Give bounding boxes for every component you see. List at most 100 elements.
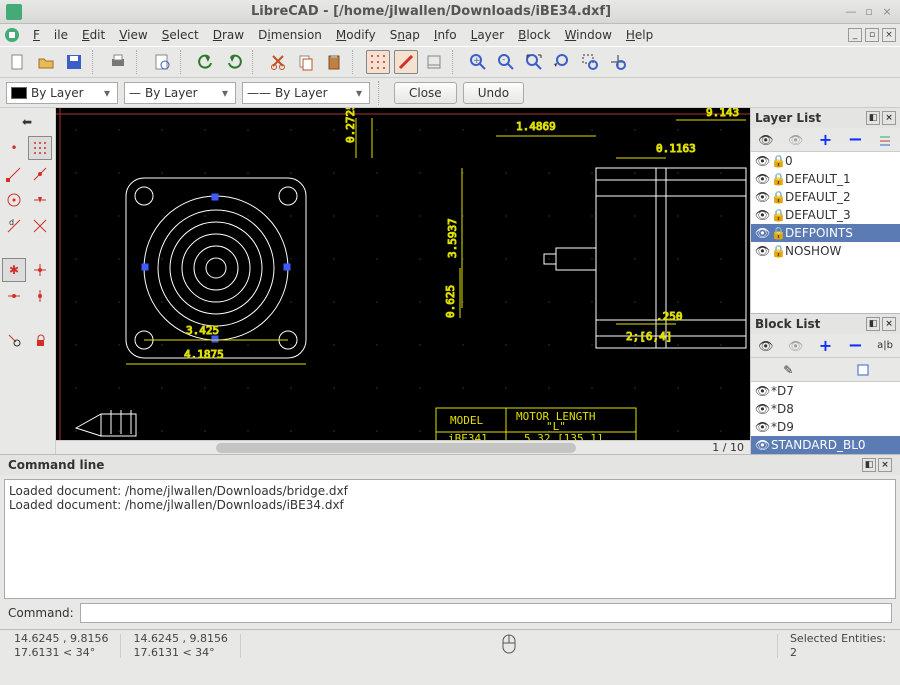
- block-row[interactable]: 👁*D7: [751, 382, 900, 400]
- layer-row[interactable]: 👁🔒DEFPOINTS: [751, 224, 900, 242]
- redo-button[interactable]: [222, 50, 246, 74]
- eye-icon[interactable]: 👁: [755, 172, 767, 186]
- horizontal-scrollbar[interactable]: 1 / 10: [56, 440, 750, 454]
- print-button[interactable]: [106, 50, 130, 74]
- scrollbar-thumb[interactable]: [216, 443, 576, 453]
- restrict-horizontal-button[interactable]: [2, 284, 26, 308]
- statusbar-toggle-button[interactable]: [422, 50, 446, 74]
- panel-close-icon[interactable]: ×: [878, 458, 892, 472]
- restrict-nothing-button[interactable]: ✱: [2, 258, 26, 282]
- zoom-in-button[interactable]: +: [466, 50, 490, 74]
- lock-icon[interactable]: 🔒: [771, 172, 781, 186]
- layer-row[interactable]: 👁🔒DEFAULT_3: [751, 206, 900, 224]
- eye-icon[interactable]: 👁: [755, 384, 767, 398]
- snap-middle-button[interactable]: [28, 188, 52, 212]
- close-button[interactable]: Close: [394, 82, 457, 104]
- show-all-layers-button[interactable]: 👁: [757, 131, 775, 149]
- menu-layer[interactable]: Layer: [464, 26, 511, 44]
- show-all-blocks-button[interactable]: 👁: [757, 337, 775, 355]
- save-button[interactable]: [62, 50, 86, 74]
- grid-toggle-button[interactable]: [366, 50, 390, 74]
- lock-icon[interactable]: 🔒: [771, 226, 781, 240]
- snap-center-button[interactable]: [2, 188, 26, 212]
- mdi-minimize-icon[interactable]: _: [848, 28, 862, 42]
- menu-window[interactable]: Window: [558, 26, 619, 44]
- paste-button[interactable]: [322, 50, 346, 74]
- layer-row[interactable]: 👁🔒0: [751, 152, 900, 170]
- add-layer-button[interactable]: +: [816, 131, 834, 149]
- line-width-combo[interactable]: —By Layer ▾: [124, 82, 236, 104]
- snap-grid-button[interactable]: [28, 136, 52, 160]
- hide-all-blocks-button[interactable]: 👁: [787, 337, 805, 355]
- menu-info[interactable]: Info: [427, 26, 464, 44]
- minimize-icon[interactable]: —: [844, 5, 858, 19]
- rename-block-button[interactable]: a|b: [876, 337, 894, 355]
- eye-icon[interactable]: 👁: [755, 438, 767, 452]
- layer-row[interactable]: 👁🔒DEFAULT_1: [751, 170, 900, 188]
- layer-row[interactable]: 👁🔒DEFAULT_2: [751, 188, 900, 206]
- insert-block-button[interactable]: [854, 361, 872, 379]
- zoom-auto-button[interactable]: [522, 50, 546, 74]
- snap-on-entity-button[interactable]: [28, 162, 52, 186]
- panel-close-icon[interactable]: ×: [882, 111, 896, 125]
- draft-toggle-button[interactable]: [394, 50, 418, 74]
- undo-button[interactable]: [194, 50, 218, 74]
- lock-icon[interactable]: 🔒: [771, 154, 781, 168]
- menu-snap[interactable]: Snap: [383, 26, 427, 44]
- drawing-canvas[interactable]: 0.2725 1.4869 0.1163 9.143 3.5937 0.625 …: [56, 108, 750, 454]
- eye-icon[interactable]: 👁: [755, 244, 767, 258]
- cut-button[interactable]: [266, 50, 290, 74]
- layer-row[interactable]: 👁🔒NOSHOW: [751, 242, 900, 260]
- block-row[interactable]: 👁*D8: [751, 400, 900, 418]
- block-row[interactable]: 👁*D9: [751, 418, 900, 436]
- menu-draw[interactable]: Draw: [206, 26, 251, 44]
- eye-icon[interactable]: 👁: [755, 402, 767, 416]
- eye-icon[interactable]: 👁: [755, 420, 767, 434]
- snap-endpoint-button[interactable]: [2, 162, 26, 186]
- menu-select[interactable]: Select: [155, 26, 206, 44]
- zoom-pan-button[interactable]: [606, 50, 630, 74]
- layer-list[interactable]: 👁🔒0👁🔒DEFAULT_1👁🔒DEFAULT_2👁🔒DEFAULT_3👁🔒DE…: [751, 152, 900, 313]
- restrict-ortho-button[interactable]: [28, 258, 52, 282]
- panel-undock-icon[interactable]: ◧: [866, 111, 880, 125]
- eye-icon[interactable]: 👁: [755, 226, 767, 240]
- lock-icon[interactable]: 🔒: [771, 208, 781, 222]
- lock-relative-zero-button[interactable]: [28, 328, 52, 352]
- remove-layer-button[interactable]: −: [846, 131, 864, 149]
- snap-intersection-button[interactable]: [28, 214, 52, 238]
- menu-dimension[interactable]: Dimension: [251, 26, 329, 44]
- panel-undock-icon[interactable]: ◧: [862, 458, 876, 472]
- menu-file[interactable]: File: [26, 26, 75, 44]
- zoom-previous-button[interactable]: [550, 50, 574, 74]
- add-block-button[interactable]: +: [816, 337, 834, 355]
- block-list[interactable]: 👁*D7👁*D8👁*D9👁STANDARD_BL0: [751, 382, 900, 454]
- menu-modify[interactable]: Modify: [329, 26, 383, 44]
- maximize-icon[interactable]: ▫: [862, 5, 876, 19]
- mdi-close-icon[interactable]: ×: [882, 28, 896, 42]
- undo-text-button[interactable]: Undo: [463, 82, 524, 104]
- snap-distance-button[interactable]: d: [2, 214, 26, 238]
- back-arrow-button[interactable]: ⬅: [2, 110, 52, 134]
- hide-all-layers-button[interactable]: 👁: [787, 131, 805, 149]
- remove-block-button[interactable]: −: [846, 337, 864, 355]
- block-row[interactable]: 👁STANDARD_BL0: [751, 436, 900, 454]
- menu-help[interactable]: Help: [619, 26, 660, 44]
- open-button[interactable]: [34, 50, 58, 74]
- copy-button[interactable]: [294, 50, 318, 74]
- snap-free-button[interactable]: •: [2, 136, 26, 160]
- zoom-out-button[interactable]: -: [494, 50, 518, 74]
- layer-color-combo[interactable]: By Layer ▾: [6, 82, 118, 104]
- lock-icon[interactable]: 🔒: [771, 244, 781, 258]
- command-input[interactable]: [80, 603, 892, 623]
- new-button[interactable]: [6, 50, 30, 74]
- panel-close-icon[interactable]: ×: [882, 317, 896, 331]
- menu-block[interactable]: Block: [511, 26, 557, 44]
- eye-icon[interactable]: 👁: [755, 190, 767, 204]
- menu-view[interactable]: View: [112, 26, 154, 44]
- close-icon[interactable]: ×: [880, 5, 894, 19]
- eye-icon[interactable]: 👁: [755, 208, 767, 222]
- menu-edit[interactable]: Edit: [75, 26, 112, 44]
- print-preview-button[interactable]: [150, 50, 174, 74]
- zoom-window-button[interactable]: [578, 50, 602, 74]
- panel-undock-icon[interactable]: ◧: [866, 317, 880, 331]
